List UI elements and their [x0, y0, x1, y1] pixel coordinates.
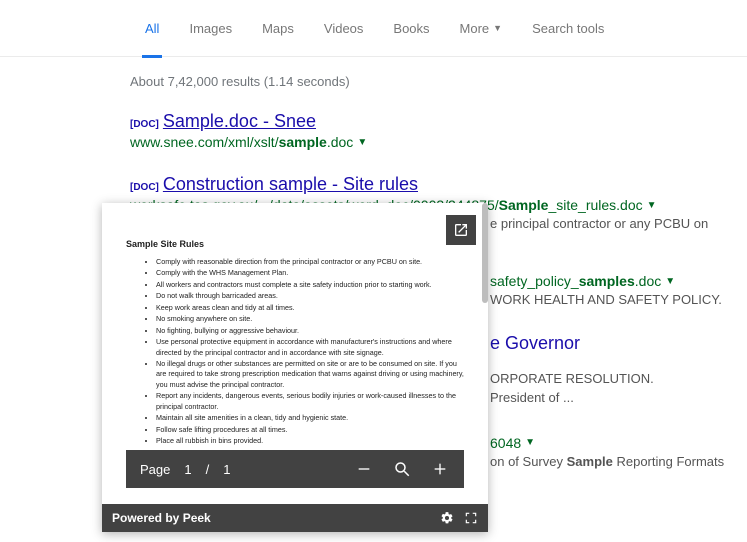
- gear-icon: [440, 511, 454, 525]
- result-title-link[interactable]: Construction sample - Site rules: [163, 174, 418, 195]
- open-in-new-button[interactable]: [446, 215, 476, 245]
- search-result: [DOC] Sample.doc - Snee www.snee.com/xml…: [130, 111, 730, 150]
- document-rules-list: Comply with reasonable direction from th…: [126, 257, 464, 446]
- zoom-out-button[interactable]: [354, 461, 374, 477]
- settings-button[interactable]: [440, 511, 454, 525]
- page-total: 1: [223, 462, 230, 477]
- open-in-new-icon: [453, 222, 469, 238]
- result-stats: About 7,42,000 results (1.14 seconds): [130, 74, 747, 89]
- tab-more[interactable]: More ▼: [445, 0, 518, 57]
- document-rule-item: Maintain all site amenities in a clean, …: [156, 413, 464, 423]
- peek-toolbar: Page 1 / 1: [126, 450, 464, 488]
- document-rule-item: Comply with the WHS Management Plan.: [156, 268, 464, 278]
- url-dropdown-icon[interactable]: ▼: [647, 200, 657, 211]
- tab-all[interactable]: All: [130, 0, 174, 57]
- document-rule-item: Use personal protective equipment in acc…: [156, 337, 464, 358]
- page-label: Page: [140, 462, 170, 477]
- document-rule-item: Place all rubbish in bins provided.: [156, 436, 464, 446]
- chevron-down-icon: ▼: [493, 23, 502, 33]
- result-url: www.snee.com/xml/xslt/sample.doc ▼: [130, 134, 730, 150]
- document-rule-item: No smoking anywhere on site.: [156, 314, 464, 324]
- document-rule-item: Do not walk through barricaded areas.: [156, 291, 464, 301]
- peek-footer-label: Powered by Peek: [112, 511, 211, 525]
- document-rule-item: Keep work areas clean and tidy at all ti…: [156, 303, 464, 313]
- fullscreen-button[interactable]: [464, 511, 478, 525]
- url-dropdown-icon[interactable]: ▼: [357, 137, 367, 148]
- minus-icon: [356, 461, 372, 477]
- page-sep: /: [206, 462, 210, 477]
- document-rule-item: No illegal drugs or other substances are…: [156, 359, 464, 390]
- plus-icon: [432, 461, 448, 477]
- tab-images[interactable]: Images: [174, 0, 247, 57]
- peek-footer: Powered by Peek: [102, 504, 488, 532]
- document-heading: Sample Site Rules: [126, 239, 464, 249]
- document-rule-item: No fighting, bullying or aggressive beha…: [156, 326, 464, 336]
- page-current: 1: [184, 462, 191, 477]
- document-rule-item: All workers and contractors must complet…: [156, 280, 464, 290]
- fullscreen-icon: [464, 511, 478, 525]
- peek-preview-panel: Sample Site Rules Comply with reasonable…: [102, 203, 488, 532]
- document-rule-item: Follow safe lifting procedures at all ti…: [156, 425, 464, 435]
- tab-books[interactable]: Books: [378, 0, 444, 57]
- url-dropdown-icon[interactable]: ▼: [665, 276, 675, 287]
- result-title-link[interactable]: Sample.doc - Snee: [163, 111, 316, 132]
- document-rule-item: Comply with reasonable direction from th…: [156, 257, 464, 267]
- result-title-link[interactable]: e Governor: [490, 333, 580, 354]
- scrollbar-thumb[interactable]: [482, 203, 488, 303]
- zoom-button[interactable]: [392, 460, 412, 478]
- tab-more-label: More: [460, 21, 490, 36]
- filetype-tag: [DOC]: [130, 119, 159, 130]
- document-rule-item: Report any incidents, dangerous events, …: [156, 391, 464, 412]
- filetype-tag: [DOC]: [130, 182, 159, 193]
- search-tabs: All Images Maps Videos Books More ▼ Sear…: [0, 0, 747, 57]
- tab-search-tools[interactable]: Search tools: [517, 0, 619, 57]
- zoom-in-button[interactable]: [430, 461, 450, 477]
- tab-maps[interactable]: Maps: [247, 0, 309, 57]
- url-dropdown-icon[interactable]: ▼: [525, 437, 535, 448]
- magnifier-icon: [393, 460, 411, 478]
- tab-videos[interactable]: Videos: [309, 0, 379, 57]
